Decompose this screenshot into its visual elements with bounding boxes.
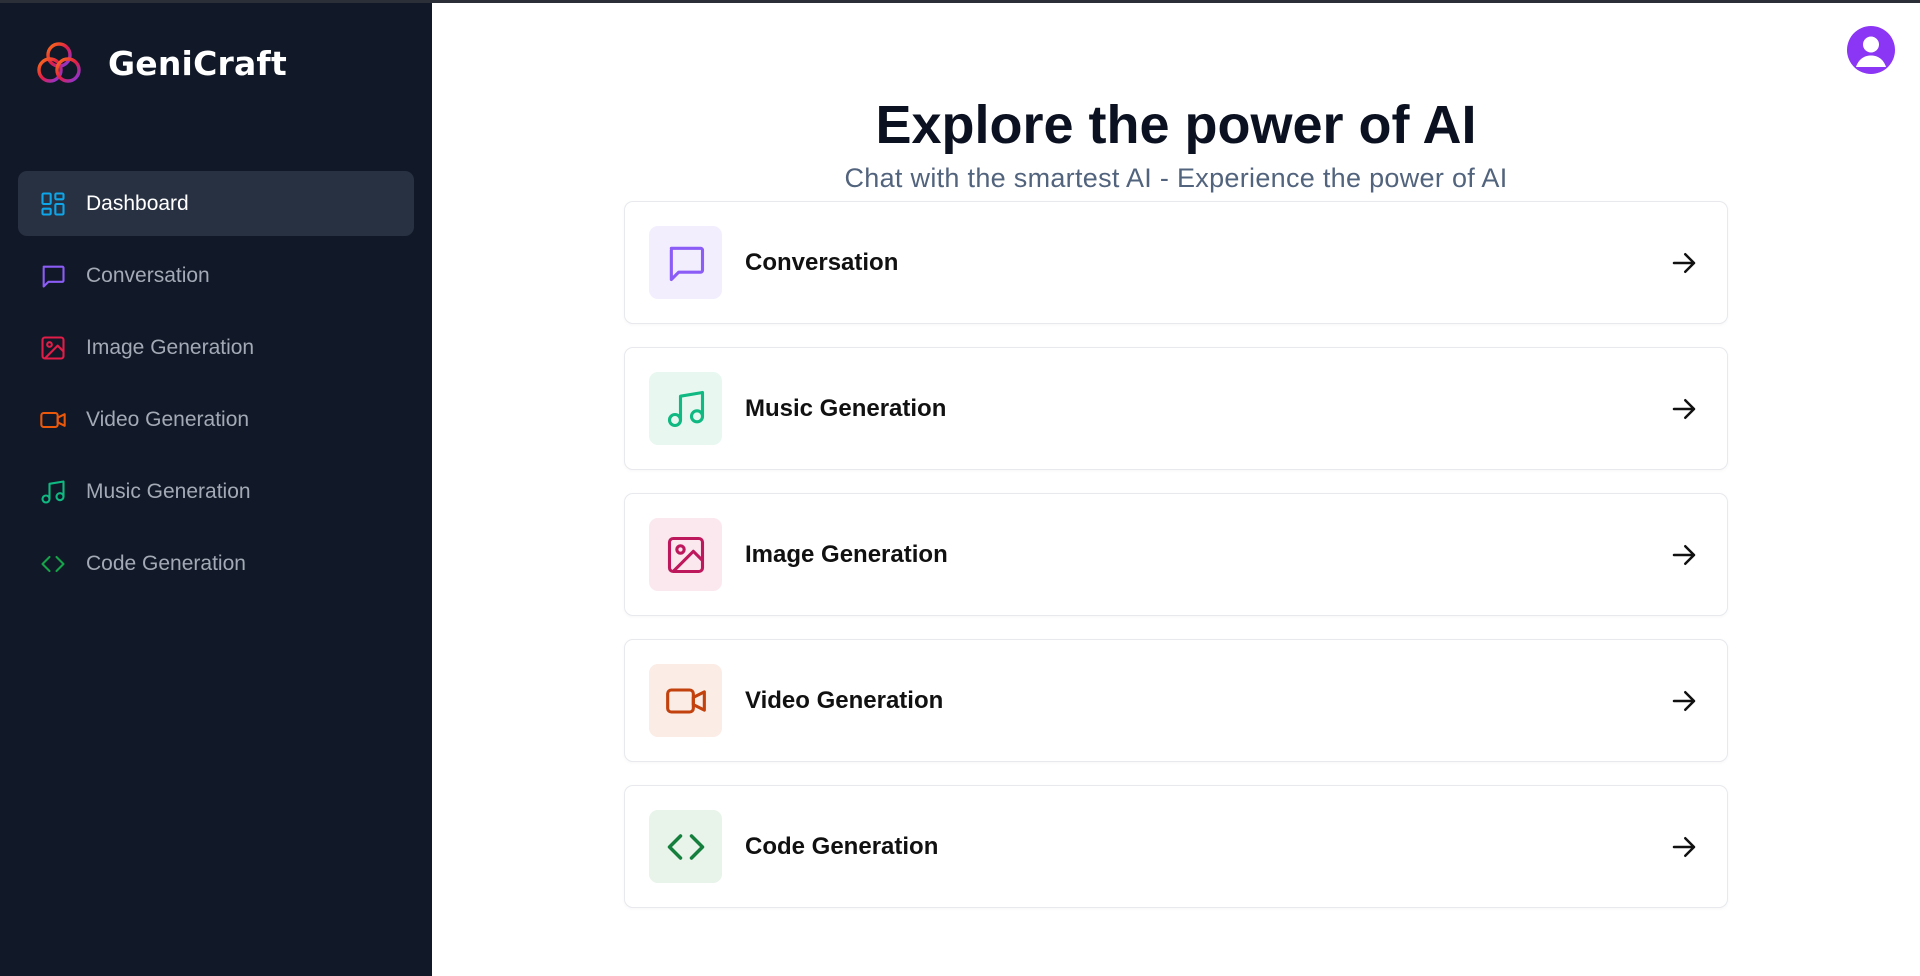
arrow-right-icon [1667,246,1701,280]
tool-icon-box [649,664,722,737]
video-icon [665,687,706,714]
sidebar-item-label: Dashboard [86,191,189,215]
sidebar-item-label: Conversation [86,263,210,287]
tool-icon-box [649,226,722,299]
tool-card-label: Conversation [745,248,899,276]
tool-card-code-generation[interactable]: Code Generation [624,785,1728,908]
sidebar-item-label: Image Generation [86,335,255,359]
video-icon [38,405,68,435]
sidebar-item-music-generation[interactable]: Music Generation [18,459,414,524]
sidebar-item-label: Music Generation [86,479,251,503]
sidebar-item-dashboard[interactable]: Dashboard [18,171,414,236]
tool-icon-box [649,810,722,883]
arrow-right-icon [1667,684,1701,718]
sidebar-item-conversation[interactable]: Conversation [18,243,414,308]
code-icon [38,549,68,579]
user-avatar-icon [1856,36,1886,67]
sidebar-nav: Dashboard Conversation Image Generation [18,171,414,603]
tool-card-label: Code Generation [745,832,939,860]
sidebar: GeniCraft Dashboard Conversation Image G… [0,0,432,976]
message-square-icon [669,246,704,281]
tool-card-label: Music Generation [745,394,947,422]
music-icon [38,477,68,507]
tool-card-image-generation[interactable]: Image Generation [624,493,1728,616]
tool-card-music-generation[interactable]: Music Generation [624,347,1728,470]
tool-card-video-generation[interactable]: Video Generation [624,639,1728,762]
tool-icon-box [649,518,722,591]
top-border [0,0,1920,3]
genicraft-logo-icon [37,42,81,83]
tool-list: Conversation Music Generation Image Gene… [624,201,1728,931]
tool-card-conversation[interactable]: Conversation [624,201,1728,324]
message-square-icon [38,261,68,291]
arrow-right-icon [1667,392,1701,426]
code-icon [667,833,704,860]
sidebar-item-label: Code Generation [86,551,246,575]
tool-card-label: Image Generation [745,540,948,568]
tool-icon-box [649,372,722,445]
arrow-right-icon [1667,830,1701,864]
user-avatar[interactable] [1847,26,1895,74]
brand[interactable]: GeniCraft [34,38,287,88]
image-icon [667,536,704,573]
sidebar-item-code-generation[interactable]: Code Generation [18,531,414,596]
sidebar-item-label: Video Generation [86,407,250,431]
page-subtitle: Chat with the smartest AI - Experience t… [844,163,1508,193]
brand-name: GeniCraft [108,43,287,83]
sidebar-item-image-generation[interactable]: Image Generation [18,315,414,380]
page-title: Explore the power of AI [875,95,1477,155]
arrow-right-icon [1667,538,1701,572]
dashboard-icon [38,189,68,219]
music-icon [667,390,704,427]
image-icon [38,333,68,363]
tool-card-label: Video Generation [745,686,944,714]
sidebar-item-video-generation[interactable]: Video Generation [18,387,414,452]
